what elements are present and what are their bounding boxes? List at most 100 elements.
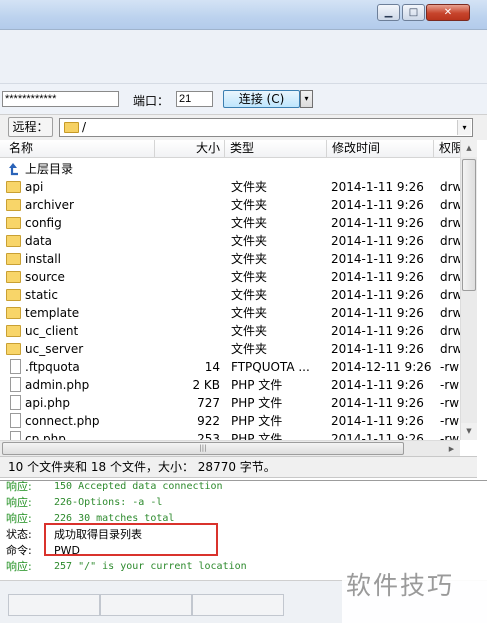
file-mtime: 2014-1-11 9:26: [331, 234, 424, 248]
log-tag: 命令:: [6, 544, 32, 557]
password-field[interactable]: [2, 91, 119, 107]
folder-icon: [6, 217, 21, 229]
queue-tab[interactable]: [8, 594, 100, 616]
remote-path-bar: 远程： / ▾: [0, 114, 487, 140]
file-mtime: 2014-1-11 9:26: [331, 198, 424, 212]
file-type: PHP 文件: [231, 396, 283, 410]
file-icon: [10, 377, 21, 392]
file-mtime: 2014-1-11 9:26: [331, 414, 424, 428]
file-perm: drw: [440, 342, 460, 356]
folder-icon: [6, 271, 21, 283]
file-type: 文件夹: [231, 216, 268, 230]
file-name: config: [25, 216, 62, 230]
connect-dropdown-icon[interactable]: ▾: [300, 90, 313, 108]
file-name: data: [25, 234, 53, 248]
file-row[interactable]: admin.php 2 KB PHP 文件 2014-1-11 9:26 -rw: [0, 376, 460, 394]
log-message: 257 "/" is your current location: [54, 561, 247, 572]
folder-icon: [6, 199, 21, 211]
file-icon: [10, 413, 21, 428]
file-row[interactable]: 上层目录: [0, 160, 460, 178]
folder-icon: [6, 181, 21, 193]
maximize-button[interactable]: □: [402, 4, 425, 21]
scroll-down-icon[interactable]: ▼: [461, 423, 477, 440]
maximize-icon: □: [408, 7, 419, 18]
file-name: api: [25, 180, 44, 194]
file-row[interactable]: source 文件夹 2014-1-11 9:26 drw: [0, 268, 460, 286]
file-perm: -rw: [440, 414, 460, 428]
remote-path-input[interactable]: / ▾: [59, 118, 473, 137]
horizontal-scroll-thumb[interactable]: |||: [2, 442, 404, 455]
path-dropdown-icon[interactable]: ▾: [457, 120, 471, 135]
file-mtime: 2014-1-11 9:26: [331, 270, 424, 284]
minimize-button[interactable]: ▁: [377, 4, 400, 21]
scroll-right-icon[interactable]: ▶: [443, 441, 460, 456]
scroll-up-icon[interactable]: ▲: [461, 140, 477, 157]
watermark: 软件技巧: [346, 571, 455, 600]
file-row[interactable]: template 文件夹 2014-1-11 9:26 drw: [0, 304, 460, 322]
remote-path-text: /: [82, 120, 87, 134]
file-icon: [10, 395, 21, 410]
file-icon: [10, 359, 21, 374]
highlight-annotation: [44, 523, 218, 556]
folder-icon: [6, 253, 21, 265]
file-mtime: 2014-1-11 9:26: [331, 252, 424, 266]
queue-tab[interactable]: [100, 594, 192, 616]
file-name: connect.php: [25, 414, 100, 428]
column-type-header[interactable]: 类型: [225, 140, 327, 158]
queue-tab[interactable]: [192, 594, 284, 616]
column-mtime-header[interactable]: 修改时间: [327, 140, 434, 158]
file-row[interactable]: data 文件夹 2014-1-11 9:26 drw: [0, 232, 460, 250]
file-perm: drw: [440, 180, 460, 194]
close-button[interactable]: ✕: [426, 4, 470, 21]
folder-icon: [6, 307, 21, 319]
file-type: 文件夹: [231, 288, 268, 302]
file-perm: drw: [440, 288, 460, 302]
folder-icon: [6, 289, 21, 301]
file-mtime: 2014-1-11 9:26: [331, 216, 424, 230]
file-perm: -rw: [440, 396, 460, 410]
connect-button[interactable]: 连接 (C): [223, 90, 300, 108]
log-tag: 响应:: [6, 480, 32, 493]
file-row[interactable]: .ftpquota 14 FTPQUOTA ... 2014-12-11 9:26 -r…: [0, 358, 460, 376]
log-line: 响应: 257 "/" is your current location: [6, 559, 247, 575]
file-size: 727: [197, 396, 220, 410]
file-row[interactable]: static 文件夹 2014-1-11 9:26 drw: [0, 286, 460, 304]
file-type: 文件夹: [231, 180, 268, 194]
file-name: uc_client: [25, 324, 79, 338]
file-mtime: 2014-1-11 9:26: [331, 306, 424, 320]
file-name: api.php: [25, 396, 70, 410]
column-name-header[interactable]: 名称: [0, 140, 155, 158]
remote-label: 远程：: [8, 117, 53, 137]
file-row[interactable]: uc_client 文件夹 2014-1-11 9:26 drw: [0, 322, 460, 340]
file-name: .ftpquota: [25, 360, 80, 374]
file-name: install: [25, 252, 61, 266]
log-tag: 响应:: [6, 512, 32, 525]
log-line: 状态: 成功取得目录列表: [6, 527, 142, 543]
column-size-header[interactable]: 大小: [155, 140, 225, 158]
file-type: 文件夹: [231, 342, 268, 356]
file-mtime: 2014-1-11 9:26: [331, 180, 424, 194]
vertical-scrollbar[interactable]: ▲ ▼: [460, 140, 477, 440]
horizontal-scrollbar[interactable]: ||| ▶: [0, 440, 460, 456]
file-mtime: 2014-1-11 9:26: [331, 324, 424, 338]
file-row[interactable]: archiver 文件夹 2014-1-11 9:26 drw: [0, 196, 460, 214]
file-type: 文件夹: [231, 270, 268, 284]
file-name: uc_server: [25, 342, 84, 356]
port-label: 端口：: [133, 94, 170, 108]
folder-icon: [6, 235, 21, 247]
log-message: 226-Options: -a -l: [54, 497, 163, 508]
file-row[interactable]: uc_server 文件夹 2014-1-11 9:26 drw: [0, 340, 460, 358]
file-row[interactable]: api 文件夹 2014-1-11 9:26 drw: [0, 178, 460, 196]
file-row[interactable]: install 文件夹 2014-1-11 9:26 drw: [0, 250, 460, 268]
log-tag: 响应:: [6, 560, 32, 573]
port-field[interactable]: [176, 91, 213, 107]
file-row[interactable]: config 文件夹 2014-1-11 9:26 drw: [0, 214, 460, 232]
file-name: archiver: [25, 198, 74, 212]
file-type: FTPQUOTA ...: [231, 360, 310, 374]
file-name: source: [25, 270, 65, 284]
file-row[interactable]: api.php 727 PHP 文件 2014-1-11 9:26 -rw: [0, 394, 460, 412]
file-name: admin.php: [25, 378, 90, 392]
file-mtime: 2014-1-11 9:26: [331, 288, 424, 302]
vertical-scroll-thumb[interactable]: [462, 159, 476, 291]
file-row[interactable]: connect.php 922 PHP 文件 2014-1-11 9:26 -rw: [0, 412, 460, 430]
